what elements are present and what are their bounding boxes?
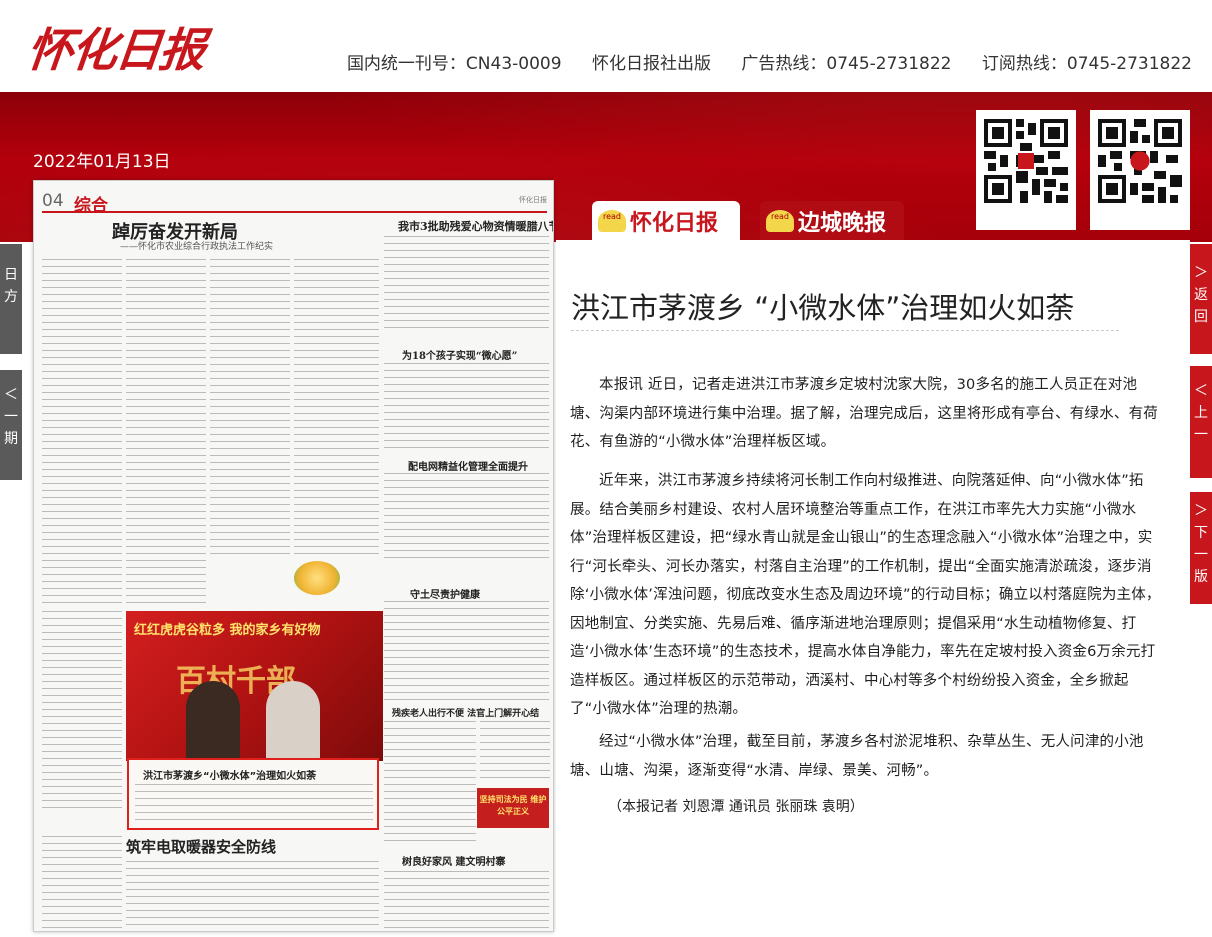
article-panel: 洪江市茅渡乡 “小微水体”治理如火如荼 本报讯 近日，记者走进洪江市茅渡乡定坡村… bbox=[556, 240, 1190, 937]
headline-elderly[interactable]: 残疾老人出行不便 法官上门解开心结 bbox=[392, 706, 539, 719]
read-badge-icon: read bbox=[766, 210, 794, 232]
text-column bbox=[42, 611, 122, 811]
publisher-text: 怀化日报社出版 bbox=[591, 54, 711, 74]
next-page-button[interactable]: ＞ 下 一 版 bbox=[1190, 492, 1212, 604]
read-badge-icon: read bbox=[598, 210, 626, 232]
text-column bbox=[126, 259, 206, 604]
issn-text: 国内统一刊号：CN43-0009 bbox=[346, 54, 562, 74]
qr-code-icon bbox=[984, 119, 1068, 203]
person-figure bbox=[186, 681, 240, 761]
headline-sub: ——怀化市农业综合行政执法工作纪实 bbox=[120, 242, 274, 252]
text-column bbox=[126, 861, 379, 928]
text-column bbox=[42, 259, 122, 604]
text-column bbox=[210, 259, 290, 559]
ad-hotline-text: 广告热线：0745-2731822 bbox=[741, 54, 952, 74]
page-masthead: 怀化日报 bbox=[519, 196, 547, 204]
page-number: 04 bbox=[42, 191, 64, 211]
headline-guard[interactable]: 守土尽责护健康 bbox=[410, 586, 480, 601]
text-column bbox=[294, 259, 379, 554]
text-column bbox=[384, 363, 549, 448]
tab-label: 边城晚报 bbox=[798, 210, 887, 236]
highlighted-article-title: 洪江市茅渡乡“小微水体”治理如火如荼 bbox=[143, 771, 317, 782]
qr-code-icon bbox=[1098, 119, 1182, 203]
highlighted-article-link[interactable]: 洪江市茅渡乡“小微水体”治理如火如荼 bbox=[127, 758, 379, 830]
site-header: 怀化日报 国内统一刊号：CN43-0009 怀化日报社出版 广告热线：0745-… bbox=[0, 0, 1212, 92]
page-header: 04 综合 怀化日报 bbox=[42, 191, 547, 216]
side-button-left-top[interactable]: 日 方 bbox=[0, 244, 22, 354]
text-column bbox=[384, 871, 549, 928]
text-column bbox=[42, 836, 122, 928]
issue-date: 2022年01月13日 bbox=[33, 152, 171, 172]
qr-code-evening bbox=[1090, 110, 1190, 230]
prev-issue-button[interactable]: ＜ 一 期 bbox=[0, 370, 22, 480]
tab-huaihua-daily[interactable]: read 怀化日报 bbox=[592, 201, 740, 241]
title-divider bbox=[571, 330, 1119, 331]
prev-page-button[interactable]: ＜ 上 一 bbox=[1190, 366, 1212, 478]
page-section: 综合 bbox=[74, 196, 108, 216]
person-figure bbox=[266, 681, 320, 761]
news-photo: 红红虎虎谷粒多 我的家乡有好物 百村千部 bbox=[126, 611, 383, 761]
rural-product-logo bbox=[294, 561, 340, 595]
subscribe-hotline-text: 订阅热线：0745-2731822 bbox=[981, 54, 1192, 74]
text-column bbox=[135, 784, 373, 826]
article-byline: （本报记者 刘恩潭 通讯员 张丽珠 袁明） bbox=[608, 799, 864, 815]
text-column bbox=[384, 473, 549, 563]
article-paragraph: 近年来，洪江市茅渡乡持续将河长制工作向村级推进、向院落延伸、向“小微水体”拓展。… bbox=[570, 473, 1161, 717]
text-column bbox=[384, 721, 476, 841]
photo-banner: 红红虎虎谷粒多 我的家乡有好物 bbox=[134, 623, 321, 638]
qr-code-daily bbox=[976, 110, 1076, 230]
text-column bbox=[480, 721, 550, 781]
site-logo[interactable]: 怀化日报 bbox=[25, 14, 208, 77]
text-column bbox=[384, 236, 549, 331]
article-paragraph: 经过“小微水体”治理，截至目前，茅渡乡各村淤泥堆积、杂草丛生、无人问津的小池塘、… bbox=[570, 734, 1144, 779]
headline-bottom[interactable]: 筑牢电取暖器安全防线 bbox=[126, 836, 276, 857]
newspaper-page-thumbnail[interactable]: 04 综合 怀化日报 踔厉奋发开新局 ——怀化市农业综合行政执法工作纪实 我市3… bbox=[33, 180, 554, 932]
headline-children[interactable]: 为18个孩子实现“微心愿” bbox=[402, 347, 517, 362]
back-button[interactable]: ＞ 返 回 bbox=[1190, 244, 1212, 354]
article-paragraph: 本报讯 近日，记者走进洪江市茅渡乡定坡村沈家大院，30多名的施工人员正在对池塘、… bbox=[570, 377, 1158, 450]
headline-power[interactable]: 配电网精益化管理全面提升 bbox=[408, 458, 528, 473]
judicial-sticker: 坚持司法为民 维护公平正义 bbox=[477, 788, 549, 828]
headline-village[interactable]: 树良好家风 建文明村寨 bbox=[402, 853, 505, 868]
header-info: 国内统一刊号：CN43-0009 怀化日报社出版 广告热线：0745-27318… bbox=[322, 49, 1192, 74]
tab-label: 怀化日报 bbox=[630, 210, 719, 236]
article-title: 洪江市茅渡乡 “小微水体”治理如火如荼 bbox=[571, 291, 1075, 325]
headline-right[interactable]: 我市3批助残爱心物资情暖腊八节 bbox=[398, 218, 553, 234]
tab-biancheng-evening[interactable]: read 边城晚报 bbox=[760, 201, 904, 241]
text-column bbox=[384, 601, 549, 701]
